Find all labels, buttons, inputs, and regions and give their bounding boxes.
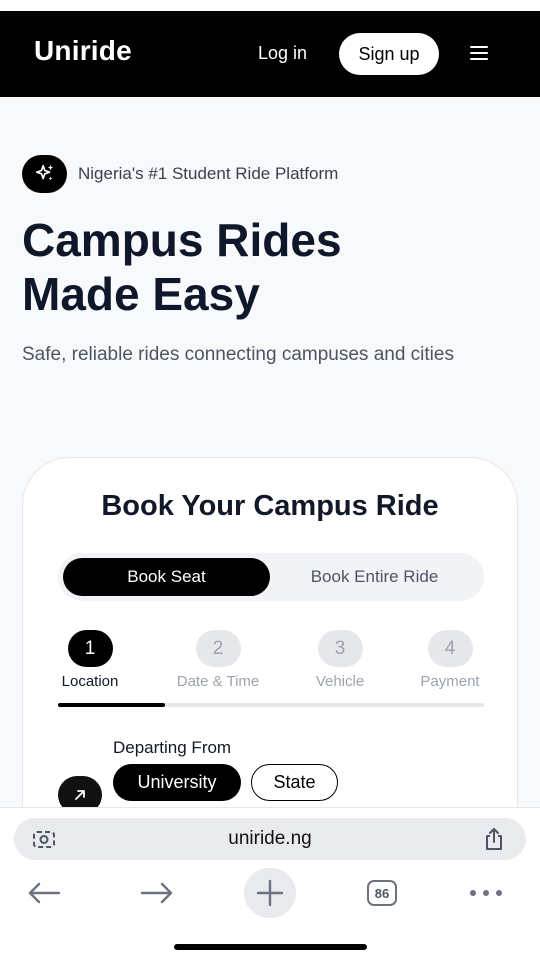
platform-badge-text: Nigeria's #1 Student Ride Platform: [78, 164, 339, 183]
step-label: Vehicle: [315, 673, 365, 690]
tabs-icon[interactable]: 86: [356, 868, 408, 918]
hero-subtitle: Safe, reliable rides connecting campuses…: [22, 344, 454, 365]
book-seat-tab[interactable]: Book Seat: [63, 558, 270, 596]
step-date-time[interactable]: 2 Date & Time: [163, 630, 273, 690]
book-entire-ride-tab[interactable]: Book Entire Ride: [270, 558, 479, 596]
plus-icon[interactable]: [244, 868, 296, 918]
hero-title: Campus Rides Made Easy: [22, 213, 502, 321]
state-chip[interactable]: State: [251, 764, 338, 801]
booking-type-toggle: Book Seat Book Entire Ride: [58, 553, 484, 601]
booking-card-title: Book Your Campus Ride: [101, 490, 439, 522]
hamburger-menu-icon[interactable]: [470, 46, 488, 62]
forward-arrow-icon[interactable]: [131, 868, 183, 918]
browser-nav-row: 86: [0, 868, 540, 920]
more-icon[interactable]: [460, 868, 512, 918]
step-payment[interactable]: 4 Payment: [395, 630, 505, 690]
step-number: 3: [317, 630, 363, 667]
step-progress-track: [58, 703, 484, 707]
step-number: 4: [427, 630, 473, 667]
home-indicator: [174, 944, 367, 950]
uniride-logo[interactable]: Uniride: [34, 35, 132, 67]
booking-card: Book Your Campus Ride Book Seat Book Ent…: [22, 457, 518, 807]
hero-section: Nigeria's #1 Student Ride Platform Campu…: [0, 97, 540, 807]
university-chip[interactable]: University: [113, 764, 241, 801]
address-bar[interactable]: uniride.ng: [14, 818, 526, 860]
signup-button[interactable]: Sign up: [339, 33, 439, 75]
top-navbar: Uniride Log in Sign up: [0, 11, 540, 97]
share-icon[interactable]: [482, 826, 506, 852]
hero-title-line1: Campus Rides: [22, 214, 342, 266]
login-link[interactable]: Log in: [258, 43, 307, 64]
sparkle-icon: [22, 155, 67, 193]
step-label: Location: [61, 673, 119, 690]
step-vehicle[interactable]: 3 Vehicle: [285, 630, 395, 690]
step-progress-fill: [58, 703, 165, 707]
status-strip: [0, 0, 540, 11]
arrow-up-right-icon: [58, 776, 102, 807]
hero-title-line2: Made Easy: [22, 268, 260, 320]
step-label: Date & Time: [176, 673, 260, 690]
browser-toolbar: uniride.ng 86: [0, 807, 540, 960]
step-location[interactable]: 1 Location: [35, 630, 145, 690]
step-label: Payment: [420, 673, 480, 690]
step-number: 2: [195, 630, 241, 667]
tabs-count: 86: [367, 880, 397, 906]
step-number: 1: [67, 630, 113, 667]
back-arrow-icon[interactable]: [18, 868, 70, 918]
departing-from-label: Departing From: [113, 738, 232, 757]
url-text: uniride.ng: [228, 828, 312, 849]
